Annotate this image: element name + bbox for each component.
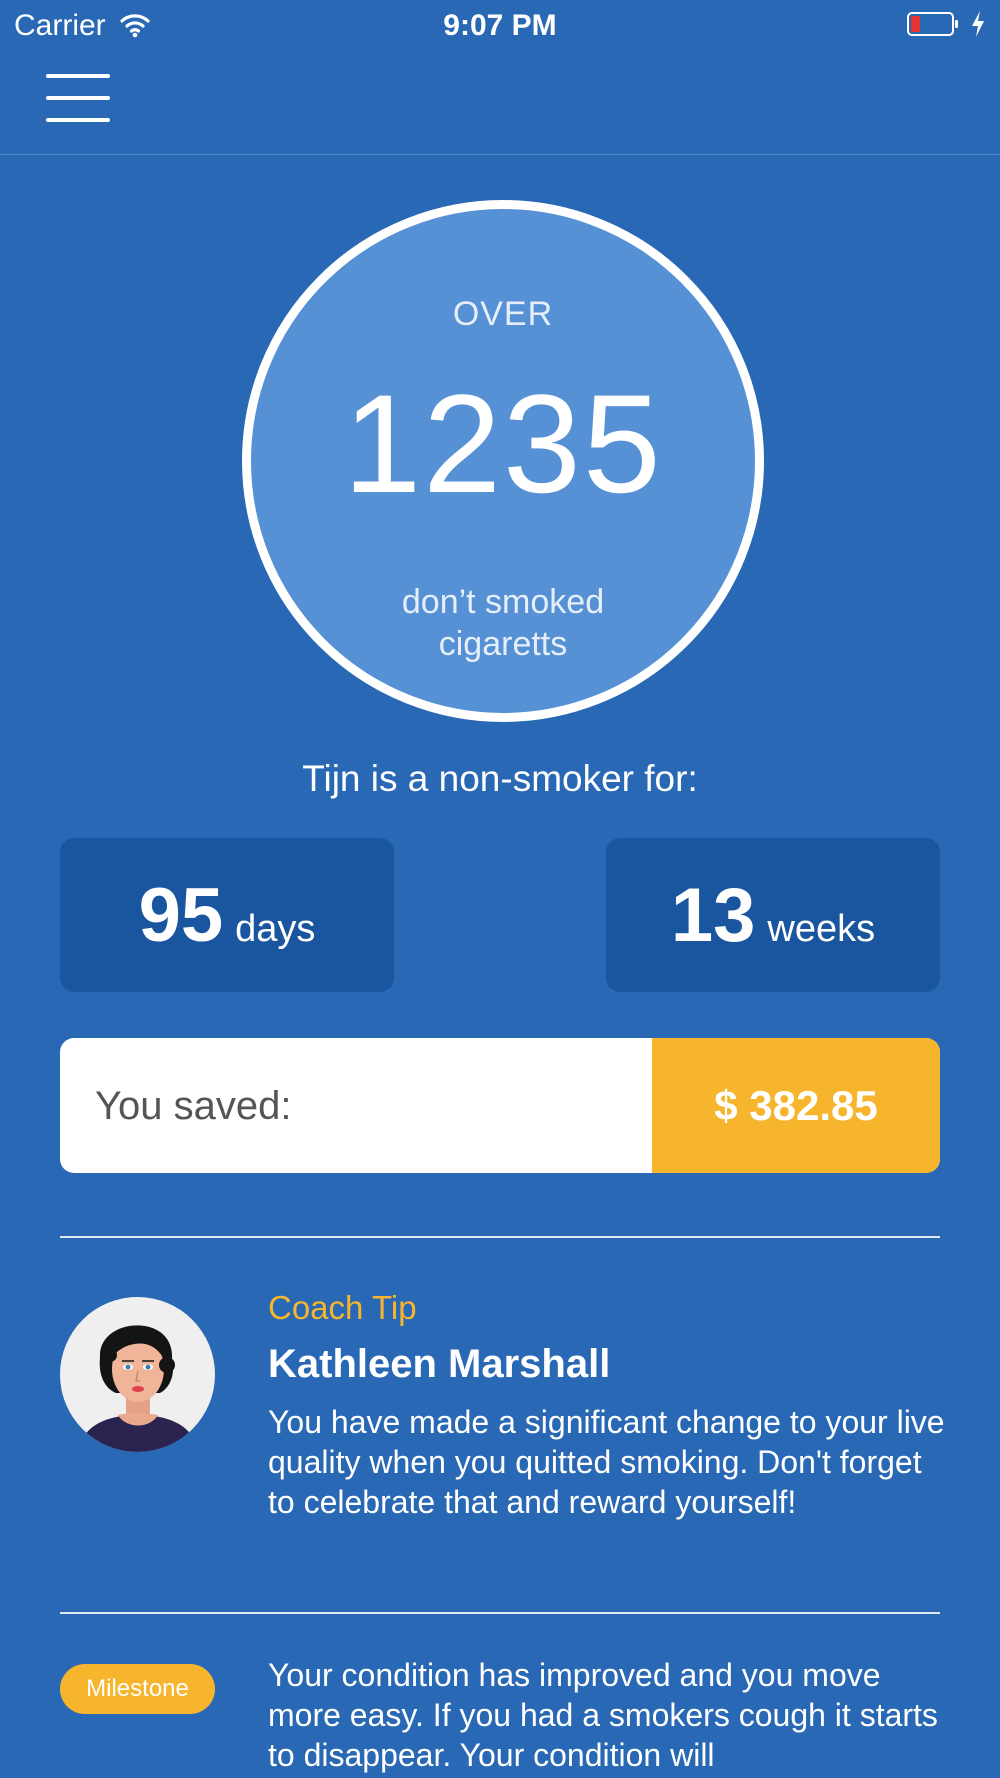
section-divider — [60, 1612, 940, 1614]
cigarette-counter-circle: OVER 1235 don’t smoked cigaretts — [242, 200, 764, 722]
over-label: OVER — [452, 295, 554, 333]
charging-bolt-icon — [972, 11, 984, 37]
days-stat-box: 95 days — [60, 838, 394, 992]
coach-portrait-icon — [78, 1325, 198, 1452]
saved-amount: $ 382.85 — [714, 1081, 878, 1129]
weeks-unit: weeks — [767, 908, 876, 950]
milestone-badge: Milestone — [60, 1664, 215, 1714]
nav-divider — [0, 154, 1000, 155]
savings-card: You saved: $ 382.85 — [60, 1038, 940, 1173]
cigarette-count: 1235 — [343, 365, 663, 522]
section-divider — [60, 1236, 940, 1238]
milestone-text: Your condition has improved and you move… — [268, 1657, 938, 1773]
weeks-value: 13 — [670, 873, 756, 958]
coach-avatar — [60, 1297, 215, 1452]
coach-tip-text: You have made a significant change to yo… — [268, 1404, 945, 1520]
saved-amount-box: $ 382.85 — [652, 1038, 940, 1173]
days-value: 95 — [138, 873, 224, 958]
nonsmoker-duration-label: Tijn is a non-smoker for: — [302, 758, 698, 799]
weeks-stat-box: 13 weeks — [606, 838, 940, 992]
days-unit: days — [235, 908, 316, 950]
battery-icon — [907, 12, 958, 36]
coach-name: Kathleen Marshall — [268, 1342, 611, 1386]
coach-tip-label: Coach Tip — [268, 1289, 417, 1326]
hamburger-menu-icon[interactable] — [44, 72, 114, 124]
saved-label: You saved: — [95, 1084, 292, 1128]
counter-caption: don’t smoked cigaretts — [401, 583, 605, 663]
status-time: 9:07 PM — [443, 9, 557, 42]
